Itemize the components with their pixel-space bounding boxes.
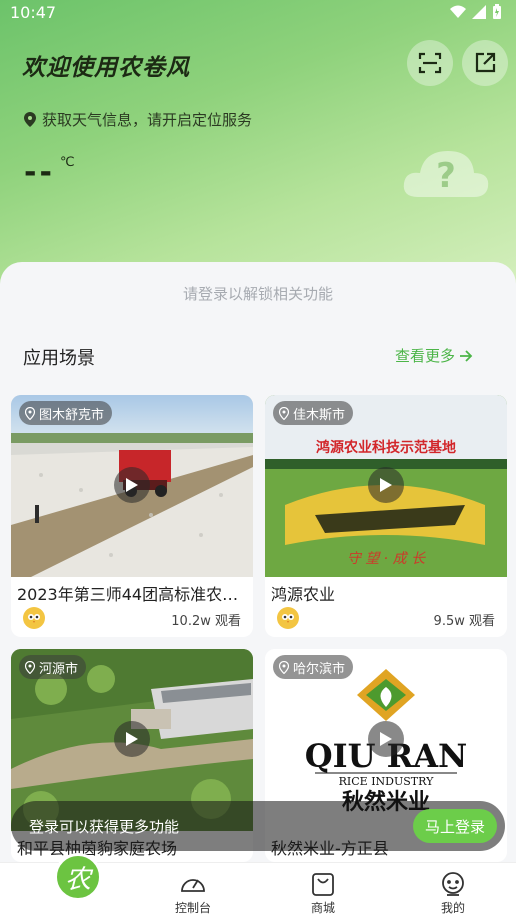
temperature-unit: ℃ [60,155,75,170]
location-pin-icon [279,406,289,420]
welcome-title: 欢迎使用农卷风 [22,55,190,81]
tab-console[interactable]: 控制台 [143,863,243,917]
home-logo-icon: 农 [54,853,102,901]
location-tag-text: 佳木斯市 [293,407,346,423]
play-button[interactable] [368,721,404,757]
tab-home[interactable]: 农 [14,853,114,917]
bottom-tab-bar: 农 控制台 商城 我的 [0,853,516,917]
scene-card[interactable]: 守 望 · 成 长 鸿源农业科技示范基地 佳木斯市 鸿源农业 9.5w 观看 [265,395,507,637]
login-hint[interactable]: 请登录以解锁相关功能 [0,283,516,304]
card-thumbnail: 守 望 · 成 长 鸿源农业科技示范基地 佳木斯市 [265,395,507,577]
temperature-value: -- [24,155,55,190]
card-footer: 10.2w 观看 [11,607,253,633]
svg-text:?: ? [436,156,456,196]
unknown-weather-icon: ? [403,151,489,197]
location-tag: 佳木斯市 [273,401,354,425]
card-thumbnail: 图木舒克市 [11,395,253,577]
location-pin-icon [25,406,35,420]
scene-card[interactable]: 图木舒克市 2023年第三师44团高标准农… 10.2w 观看 [11,395,253,637]
view-count: 10.2w 观看 [171,614,241,629]
card-image-caption: 鸿源农业科技示范基地 [316,439,456,456]
section-title: 应用场景 [23,348,95,369]
location-prompt[interactable]: 获取天气信息，请开启定位服务 [24,109,252,130]
location-pin-icon [24,112,36,127]
owl-avatar-icon [277,607,299,629]
tab-label: 我的 [440,901,465,915]
location-tag-text: 哈尔滨市 [293,661,346,677]
share-icon [475,52,496,73]
location-tag-text: 图木舒克市 [39,407,105,423]
tab-label: 控制台 [174,901,211,915]
play-icon [380,478,392,492]
view-count: 9.5w 观看 [433,614,495,629]
login-now-button[interactable]: 马上登录 [412,809,497,843]
tab-mall[interactable]: 商城 [273,863,373,917]
tab-label: 商城 [310,901,335,915]
card-footer: 9.5w 观看 [265,607,507,633]
shopping-bag-icon [312,873,334,896]
location-text: 获取天气信息，请开启定位服务 [42,111,253,129]
scan-button[interactable] [407,40,453,86]
location-tag: 哈尔滨市 [273,655,354,679]
play-icon [126,732,138,746]
dashboard-icon [181,879,205,892]
user-face-icon [442,872,464,896]
status-bar: 10:47 [0,0,516,26]
location-tag: 图木舒克市 [19,401,113,425]
card-title: 2023年第三师44团高标准农… [17,585,239,604]
status-icons [450,4,502,20]
login-banner: 登录可以获得更多功能 马上登录 [11,801,505,851]
status-time: 10:47 [10,3,57,22]
play-icon [126,478,138,492]
share-button[interactable] [462,40,508,86]
play-button[interactable] [114,721,150,757]
card-title: 鸿源农业 [271,585,336,604]
location-pin-icon [25,660,35,674]
arrow-right-icon [460,349,473,362]
signal-icon [472,5,486,19]
svg-text:守 望 · 成 长: 守 望 · 成 长 [347,551,426,567]
view-more-label: 查看更多 [395,347,456,365]
location-tag: 河源市 [19,655,87,679]
brand-logo-subtext: RICE INDUSTRY [339,775,434,788]
login-banner-text: 登录可以获得更多功能 [29,818,180,836]
location-tag-text: 河源市 [39,661,79,677]
wifi-icon [450,5,466,18]
scan-icon [418,52,442,74]
tab-profile[interactable]: 我的 [403,863,503,917]
view-more-link[interactable]: 查看更多 [395,345,473,366]
play-icon [380,732,392,746]
play-button[interactable] [114,467,150,503]
battery-icon [493,4,501,19]
location-pin-icon [279,660,289,674]
owl-avatar-icon [23,607,45,629]
play-button[interactable] [368,467,404,503]
